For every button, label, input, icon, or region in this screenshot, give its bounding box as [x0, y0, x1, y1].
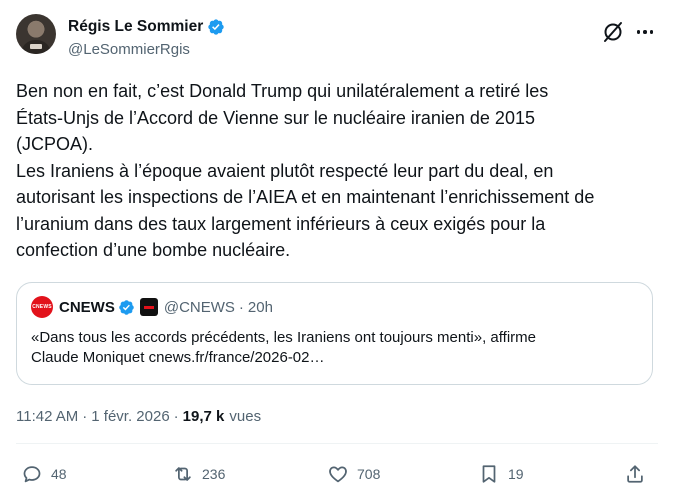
more-dot — [643, 30, 647, 34]
share-button[interactable] — [624, 462, 646, 486]
grok-icon[interactable] — [601, 20, 625, 44]
tweet-date[interactable]: 1 févr. 2026 — [91, 408, 169, 425]
verified-badge-icon[interactable] — [118, 299, 135, 316]
share-icon — [627, 465, 643, 483]
more-icon[interactable] — [634, 20, 656, 44]
quote-line: Claude Moniquet cnews.fr/france/2026-02… — [31, 349, 325, 366]
tweet-line: États-Unjs de l’Accord de Vienne sur le … — [16, 107, 535, 128]
heart-icon — [329, 466, 347, 483]
more-dot — [636, 30, 641, 34]
avatar-badge — [30, 44, 42, 49]
repost-button[interactable]: 236 — [172, 462, 225, 486]
like-count: 708 — [357, 466, 381, 482]
meta-separator: · — [173, 408, 179, 425]
tweet: Régis Le Sommier @LeSommierRgis Ben non … — [0, 0, 674, 499]
tweet-line: Les Iraniens à l’époque avaient plutôt r… — [16, 160, 554, 181]
repost-count: 236 — [202, 466, 226, 482]
quote-header: CNEWS CNEWS @CNEWS · 20h — [31, 296, 273, 318]
reply-count: 48 — [51, 466, 67, 482]
bookmark-count: 19 — [508, 466, 524, 482]
action-bar: 48 236 708 19 — [16, 462, 658, 486]
author-name-row: Régis Le Sommier — [68, 17, 225, 37]
quote-text: «Dans tous les accords précédents, les I… — [31, 328, 641, 368]
avatar[interactable] — [16, 14, 56, 54]
views-label: vues — [229, 408, 262, 425]
tweet-line: confection d’une bombe nucléaire. — [16, 240, 291, 260]
author-handle[interactable]: @LeSommierRgis — [68, 41, 190, 58]
reply-button[interactable]: 48 — [21, 462, 67, 486]
cnews-logo[interactable]: CNEWS — [31, 296, 53, 318]
meta-separator: · — [82, 408, 88, 425]
views-count: 19,7 k — [182, 408, 225, 425]
author-display-name[interactable]: Régis Le Sommier — [68, 18, 203, 36]
quoted-tweet[interactable]: CNEWS CNEWS @CNEWS · 20h «Dans tous les … — [16, 282, 653, 385]
affiliate-badge-icon[interactable] — [139, 298, 158, 316]
quote-separator: · — [238, 298, 244, 316]
quote-display-name[interactable]: CNEWS — [59, 299, 115, 316]
repost-icon — [175, 467, 191, 481]
tweet-line: Ben non en fait, c’est Donald Trump qui … — [16, 81, 549, 101]
quote-handle[interactable]: @CNEWS — [164, 299, 235, 316]
quote-line: «Dans tous les accords précédents, les I… — [31, 329, 536, 346]
tweet-time[interactable]: 11:42 AM — [16, 408, 78, 425]
verified-badge-icon[interactable] — [207, 18, 225, 36]
reply-icon — [23, 466, 41, 483]
quote-time[interactable]: 20h — [248, 299, 273, 316]
tweet-line: (JCPOA). — [16, 134, 94, 154]
tweet-line: l’uranium dans des taux largement inféri… — [16, 213, 546, 234]
cnews-logo-text: CNEWS — [32, 304, 52, 310]
bookmark-button[interactable]: 19 — [478, 462, 524, 486]
bookmark-icon — [482, 465, 496, 483]
tweet-line: autorisant les inspections de l’AIEA et … — [16, 187, 595, 207]
tweet-meta: 11:42 AM · 1 févr. 2026 · 19,7 k vues — [16, 408, 261, 425]
tweet-text: Ben non en fait, c’est Donald Trump qui … — [16, 78, 661, 264]
divider — [16, 443, 658, 444]
affiliate-badge-mark — [143, 305, 154, 309]
like-button[interactable]: 708 — [327, 462, 380, 486]
more-dot — [649, 30, 654, 34]
